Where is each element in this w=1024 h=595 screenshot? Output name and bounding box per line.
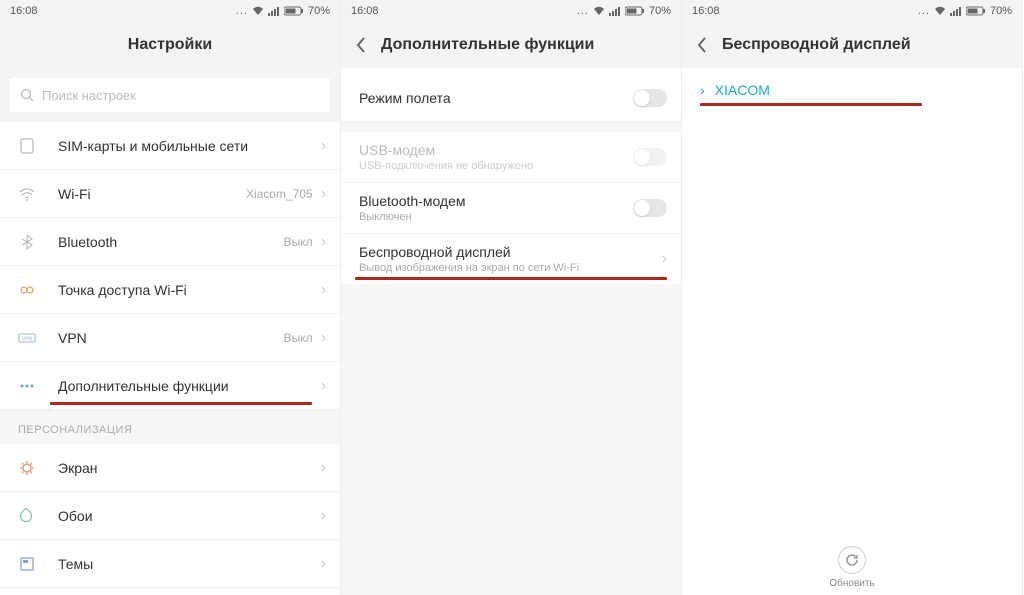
device-row[interactable]: › XIACOM (682, 68, 1022, 112)
row-airplane[interactable]: Режим полета (341, 74, 681, 122)
battery-icon (284, 6, 304, 16)
header: Настройки (0, 22, 340, 68)
airplane-toggle[interactable] (633, 89, 667, 107)
back-button[interactable] (355, 36, 367, 54)
status-bar: 16:08 ... 70% (0, 0, 340, 22)
chevron-right-icon: › (321, 233, 326, 251)
more-icon (18, 377, 58, 395)
signal-icon (268, 6, 280, 16)
row-usb-modem: USB-модем USB-подключения не обнаружено (341, 132, 681, 183)
vpn-icon: VPN (18, 329, 58, 347)
wifi-icon (18, 185, 58, 203)
status-time: 16:08 (351, 5, 379, 17)
refresh-button[interactable]: Обновить (682, 536, 1022, 595)
status-battery: 70% (308, 5, 330, 17)
usb-modem-toggle (633, 148, 667, 166)
header: Беспроводной дисплей (682, 22, 1022, 68)
wallpaper-icon (18, 507, 58, 525)
chevron-right-icon: › (321, 377, 326, 395)
header: Дополнительные функции (341, 22, 681, 68)
wifi-value: Xiacom_705 (246, 187, 313, 201)
status-bar: 16:08 ... 70% (682, 0, 1022, 22)
row-themes[interactable]: Темы › (0, 540, 340, 588)
chevron-right-icon: › (321, 507, 326, 525)
screen-more-functions: 16:08 ... 70% Дополнительные функции Реж… (341, 0, 682, 595)
wifi-icon (934, 6, 946, 16)
chevron-right-icon: › (700, 82, 705, 98)
page-title: Настройки (128, 36, 212, 54)
back-button[interactable] (696, 36, 708, 54)
section-personalization: ПЕРСОНАЛИЗАЦИЯ (0, 410, 340, 444)
more-icon: ... (918, 5, 930, 17)
signal-icon (950, 6, 962, 16)
chevron-right-icon: › (321, 329, 326, 347)
row-wireless-display[interactable]: Беспроводной дисплей Вывод изображения н… (341, 234, 681, 285)
device-name: XIACOM (715, 82, 770, 98)
bt-modem-toggle[interactable] (633, 199, 667, 217)
bluetooth-icon (18, 233, 58, 251)
search-icon (20, 88, 34, 102)
screen-wireless-display: 16:08 ... 70% Беспроводной дисплей › XIA… (682, 0, 1023, 595)
chevron-right-icon: › (321, 459, 326, 477)
chevron-right-icon: › (662, 250, 667, 268)
svg-text:VPN: VPN (22, 336, 33, 342)
themes-icon (18, 555, 58, 573)
chevron-right-icon: › (321, 185, 326, 203)
refresh-icon (838, 546, 866, 574)
row-wifi[interactable]: Wi-Fi Xiacom_705 › (0, 170, 340, 218)
wifi-icon (252, 6, 264, 16)
bluetooth-value: Выкл (284, 235, 313, 249)
page-title: Дополнительные функции (381, 36, 594, 54)
search-input[interactable] (42, 88, 320, 103)
row-vpn[interactable]: VPN VPN Выкл › (0, 314, 340, 362)
row-bluetooth[interactable]: Bluetooth Выкл › (0, 218, 340, 266)
chevron-right-icon: › (321, 137, 326, 155)
search-box[interactable] (10, 78, 330, 112)
highlight-underline (50, 402, 312, 405)
page-title: Беспроводной дисплей (722, 36, 911, 54)
screen-settings: 16:08 ... 70% Настройки (0, 0, 341, 595)
chevron-right-icon: › (321, 281, 326, 299)
highlight-underline (355, 277, 667, 280)
battery-icon (625, 6, 645, 16)
chevron-right-icon: › (321, 555, 326, 573)
more-icon: ... (577, 5, 589, 17)
battery-icon (966, 6, 986, 16)
status-bar: 16:08 ... 70% (341, 0, 681, 22)
status-battery: 70% (990, 5, 1012, 17)
row-sim[interactable]: SIM-карты и мобильные сети › (0, 122, 340, 170)
row-display[interactable]: Экран › (0, 444, 340, 492)
hotspot-icon (18, 281, 58, 299)
status-time: 16:08 (10, 5, 38, 17)
more-icon: ... (236, 5, 248, 17)
row-more-functions[interactable]: Дополнительные функции › (0, 362, 340, 410)
highlight-underline (700, 103, 922, 106)
display-icon (18, 459, 58, 477)
status-battery: 70% (649, 5, 671, 17)
refresh-label: Обновить (829, 578, 874, 589)
row-wallpaper[interactable]: Обои › (0, 492, 340, 540)
wifi-icon (593, 6, 605, 16)
sim-icon (18, 137, 58, 155)
row-hotspot[interactable]: Точка доступа Wi-Fi › (0, 266, 340, 314)
row-bt-modem[interactable]: Bluetooth-модем Выключен (341, 183, 681, 234)
status-time: 16:08 (692, 5, 720, 17)
vpn-value: Выкл (284, 331, 313, 345)
signal-icon (609, 6, 621, 16)
